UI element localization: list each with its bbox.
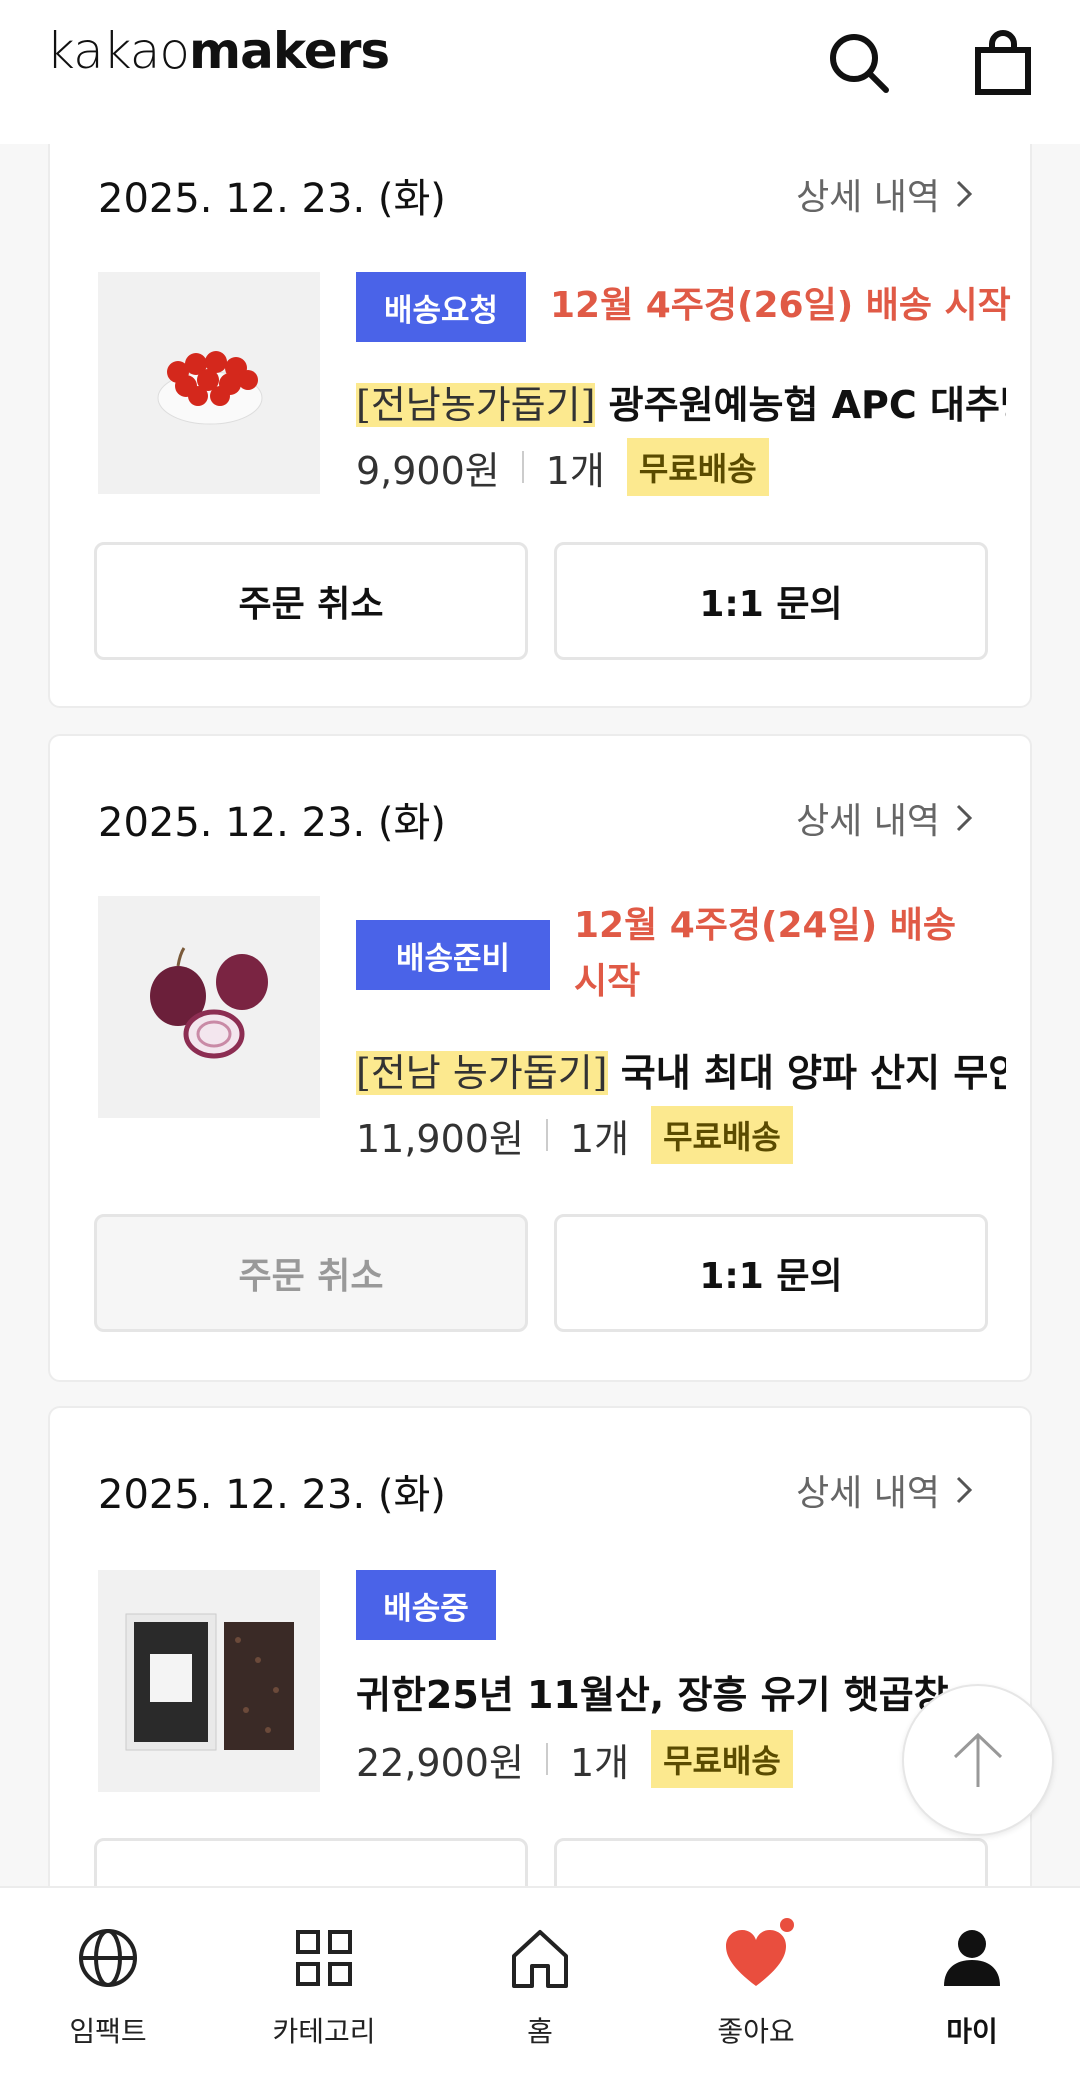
- chevron-right-icon: [956, 804, 973, 832]
- chevron-right-icon: [956, 180, 973, 208]
- free-shipping-badge: 무료배송: [651, 1106, 793, 1164]
- product-name[interactable]: 귀한25년 11월산, 장흥 유기 햇곱창: [356, 1664, 1006, 1719]
- shopping-bag-icon[interactable]: [968, 28, 1038, 98]
- free-shipping-badge: 무료배송: [651, 1730, 793, 1788]
- product-image[interactable]: [98, 896, 320, 1118]
- nav-home[interactable]: 홈: [432, 1888, 648, 2076]
- shipping-start-text: 12월 4주경(26일) 배송 시작: [550, 285, 1011, 326]
- cancel-order-button: 주문 취소: [94, 1214, 528, 1332]
- product-name-rest: 국내 최대 양파 산지 무안 적양파: [620, 1051, 1006, 1095]
- order-card: 2025. 12. 23. (화) 상세 내역 배송준비 12월 4주경(24일…: [48, 734, 1032, 1382]
- price: 11,900원: [356, 1116, 524, 1161]
- cherry-tomato-bowl-image: [157, 351, 263, 425]
- arrow-up-icon: [953, 1732, 1003, 1787]
- product-name[interactable]: [전남농가돕기] 광주원예농협 APC 대추방울토마토: [356, 374, 1006, 429]
- nav-my[interactable]: 마이: [864, 1888, 1080, 2076]
- cancel-order-button[interactable]: 주문 취소: [94, 542, 528, 660]
- nav-label: 홈: [527, 2015, 553, 2048]
- inquiry-button[interactable]: 1:1 문의: [554, 1214, 988, 1332]
- scroll-to-top-button[interactable]: [902, 1684, 1054, 1836]
- product-name-rest: 귀한25년 11월산, 장흥 유기 햇곱창: [356, 1673, 949, 1717]
- nav-category[interactable]: 카테고리: [216, 1888, 432, 2076]
- divider: [545, 1119, 548, 1151]
- detail-label: 상세 내역: [796, 801, 940, 842]
- price-row: 11,900원 1개 무료배송: [356, 1106, 793, 1164]
- nav-label: 좋아요: [717, 2015, 795, 2048]
- heart-icon: [726, 1930, 786, 1986]
- free-shipping-badge: 무료배송: [626, 438, 769, 496]
- app-header: kakaomakers: [0, 0, 1080, 144]
- nav-label: 카테고리: [272, 2015, 376, 2048]
- product-name[interactable]: [전남 농가돕기] 국내 최대 양파 산지 무안 적양파: [356, 1042, 1006, 1097]
- nav-label: 마이: [946, 2015, 998, 2048]
- order-card: 2025. 12. 23. (화) 상세 내역 배송요청 12월 4주경(26일…: [48, 110, 1032, 708]
- order-date: 2025. 12. 23. (화): [98, 1472, 446, 1518]
- search-icon[interactable]: [824, 28, 894, 98]
- detail-label: 상세 내역: [796, 1473, 940, 1514]
- detail-label: 상세 내역: [796, 177, 940, 218]
- product-image[interactable]: [98, 272, 320, 494]
- nav-impact[interactable]: 임팩트: [0, 1888, 216, 2076]
- product-image[interactable]: [98, 1570, 320, 1792]
- seaweed-package-image: [125, 1613, 294, 1751]
- price: 9,900원: [356, 448, 500, 493]
- detail-link[interactable]: 상세 내역: [796, 1464, 974, 1516]
- product-name-rest: 광주원예농협 APC 대추방울토마토: [608, 383, 1006, 427]
- notification-dot: [780, 1918, 794, 1932]
- nav-likes[interactable]: 좋아요: [648, 1888, 864, 2076]
- globe-icon: [79, 1929, 137, 1987]
- quantity: 1개: [569, 1116, 630, 1161]
- kakaomakers-logo[interactable]: kakaomakers: [46, 22, 390, 80]
- status-badge: 배송준비: [356, 920, 550, 990]
- home-icon: [512, 1930, 568, 1988]
- quantity: 1개: [569, 1740, 630, 1785]
- bottom-navigation: 임팩트 카테고리 홈 좋아요 마이: [0, 1886, 1080, 2076]
- detail-link[interactable]: 상세 내역: [796, 792, 974, 844]
- product-name-prefix: [전남농가돕기]: [356, 383, 596, 427]
- divider: [521, 451, 524, 483]
- price: 22,900원: [356, 1740, 524, 1785]
- divider: [545, 1743, 548, 1775]
- chevron-right-icon: [956, 1476, 973, 1504]
- shipping-start-text: 12월 4주경(24일) 배송 시작: [574, 905, 956, 1002]
- price-row: 22,900원 1개 무료배송: [356, 1730, 793, 1788]
- quantity: 1개: [545, 448, 605, 493]
- price-row: 9,900원 1개 무료배송: [356, 438, 769, 496]
- detail-link[interactable]: 상세 내역: [796, 168, 974, 220]
- status-badge: 배송요청: [356, 272, 526, 342]
- nav-label: 임팩트: [69, 2015, 147, 2048]
- grid-icon: [296, 1930, 352, 1986]
- inquiry-button[interactable]: 1:1 문의: [554, 542, 988, 660]
- status-badge: 배송중: [356, 1570, 496, 1640]
- product-name-prefix: [전남 농가돕기]: [356, 1051, 608, 1095]
- order-date: 2025. 12. 23. (화): [98, 176, 446, 222]
- red-onion-image: [150, 947, 268, 1059]
- order-date: 2025. 12. 23. (화): [98, 800, 446, 846]
- person-icon: [944, 1930, 1000, 1986]
